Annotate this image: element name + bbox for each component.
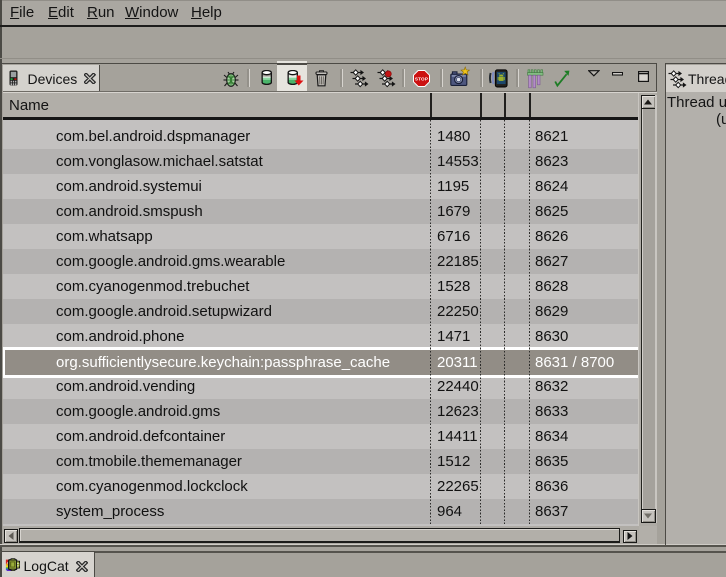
svg-text:STOP: STOP: [415, 76, 428, 81]
